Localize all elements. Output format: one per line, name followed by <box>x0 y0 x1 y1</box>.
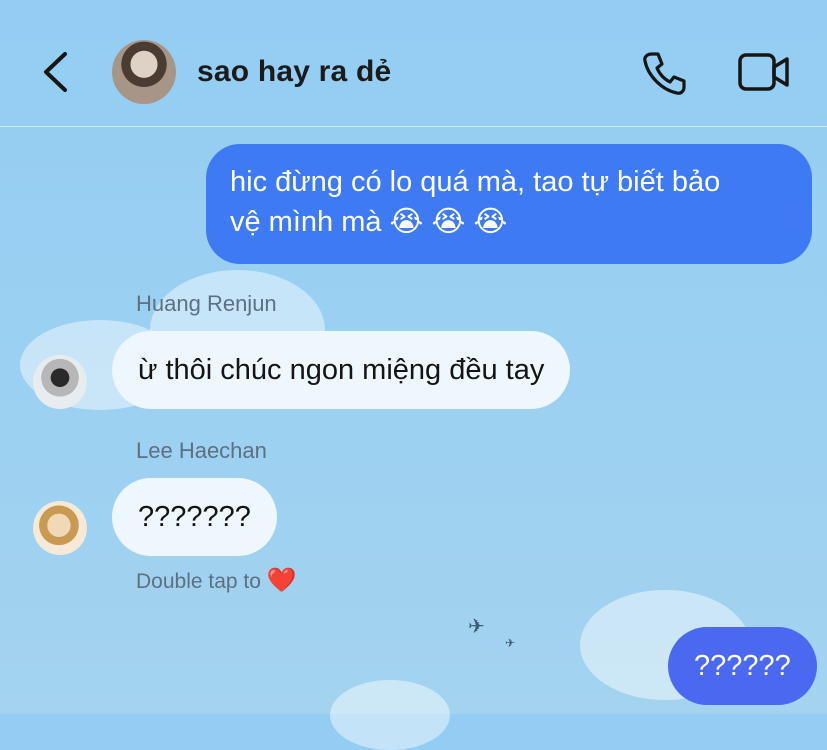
sender-avatar[interactable] <box>33 501 87 555</box>
incoming-message-bubble[interactable]: ??????? <box>112 478 277 556</box>
background-cloud <box>330 680 450 750</box>
bird-decoration: ✈ <box>505 636 516 650</box>
message-text-line: hic đừng có lo quá mà, tao tự biết bảo <box>230 166 721 198</box>
chevron-left-icon[interactable] <box>38 48 78 96</box>
sender-avatar[interactable] <box>33 355 87 409</box>
double-tap-hint: Double tap to ❤️ <box>136 566 297 595</box>
chat-title[interactable]: sao hay ra dẻ <box>197 55 391 89</box>
heart-icon: ❤️ <box>266 567 297 594</box>
sender-name: Lee Haechan <box>136 438 267 463</box>
message-text: ??????? <box>138 501 251 533</box>
message-text: ừ thôi chúc ngon miệng đều tay <box>138 354 545 386</box>
chat-avatar[interactable] <box>112 40 176 104</box>
sender-name: Huang Renjun <box>136 291 277 316</box>
video-camera-icon[interactable] <box>737 50 791 94</box>
incoming-message-bubble[interactable]: ừ thôi chúc ngon miệng đều tay <box>112 331 571 409</box>
message-text: ?????? <box>694 650 791 682</box>
bird-decoration: ✈ <box>468 616 485 638</box>
outgoing-message-bubble[interactable]: hic đừng có lo quá mà, tao tự biết bảo v… <box>206 144 812 264</box>
outgoing-message-bubble[interactable]: ?????? <box>668 627 817 705</box>
phone-icon[interactable] <box>640 49 688 97</box>
chat-header: sao hay ra dẻ <box>0 0 827 127</box>
hint-text: Double tap to <box>136 570 261 593</box>
message-text-line: vệ mình mà 😭 😭 😭 <box>230 206 508 238</box>
